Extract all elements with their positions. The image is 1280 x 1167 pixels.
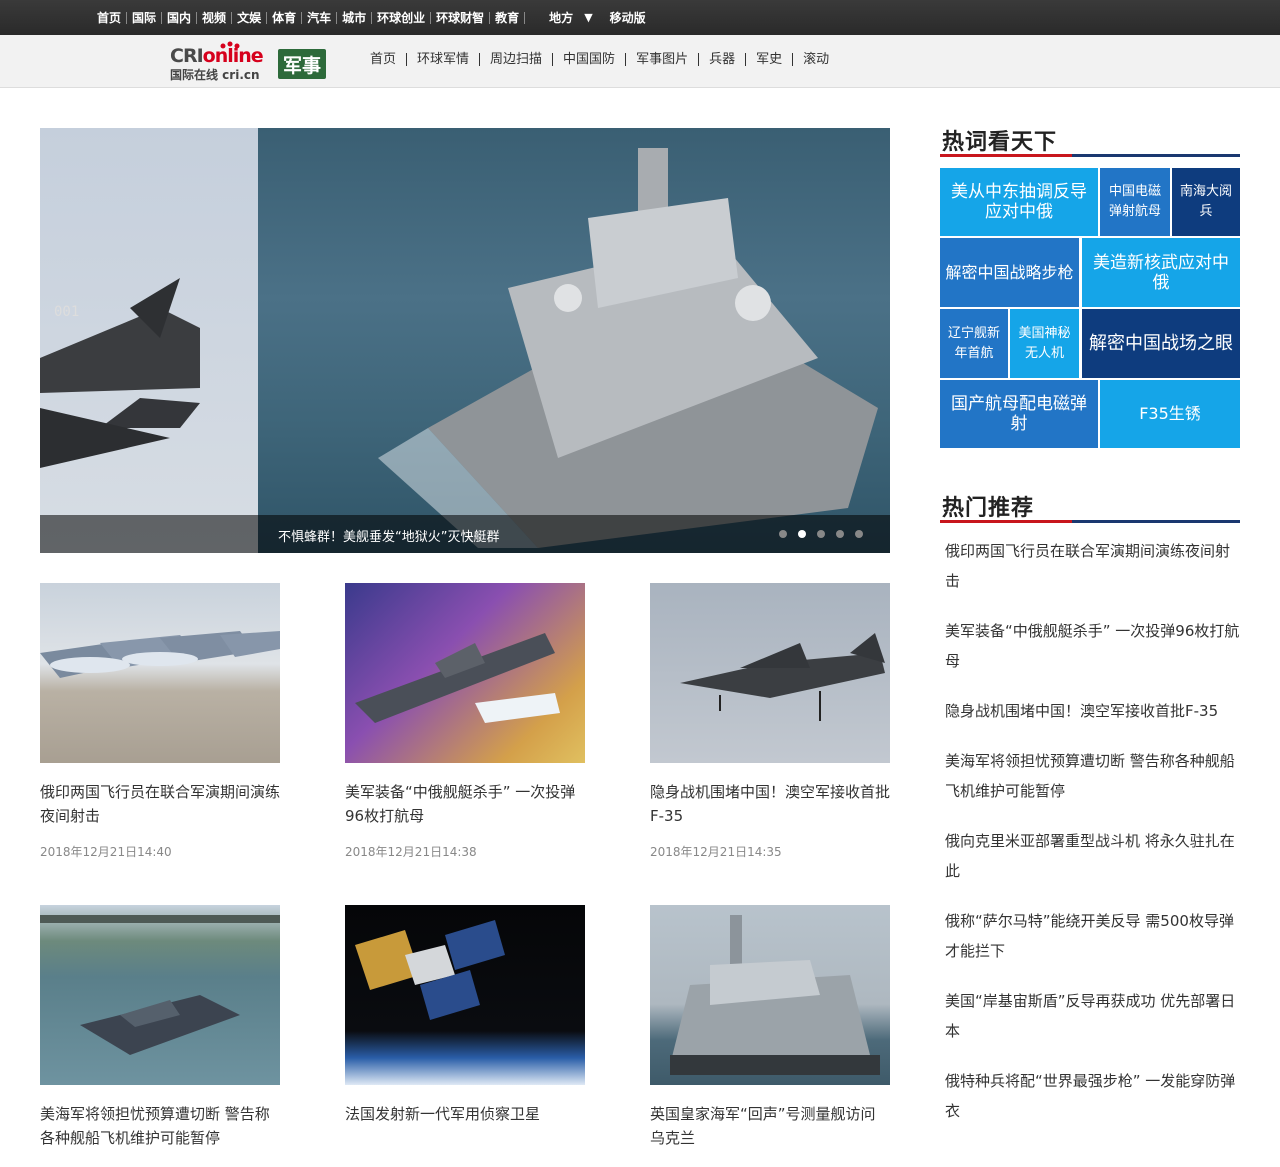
card-image-survey-ship[interactable] — [650, 905, 890, 1085]
channav-periphery[interactable]: 周边扫描 — [480, 53, 554, 66]
dropdown-arrow-icon[interactable]: ▼ — [584, 11, 592, 24]
channav-history[interactable]: 军史 — [746, 53, 794, 66]
card-title[interactable]: 法国发射新一代军用侦察卫星 — [345, 1102, 585, 1126]
hotword-tile[interactable]: 辽宁舰新年首航 — [940, 309, 1008, 378]
f35-graphic — [680, 633, 885, 721]
channav-weapons[interactable]: 兵器 — [699, 53, 747, 66]
news-card[interactable]: 隐身战机围堵中国！澳空军接收首批F-35 2018年12月21日14:35 — [650, 583, 890, 860]
hotword-tile[interactable]: 美造新核武应对中俄 — [1082, 238, 1240, 307]
hotrec-list: 俄印两国飞行员在联合军演期间演练夜间射击 美军装备“中俄舰艇杀手” 一次投弹96… — [945, 536, 1240, 1146]
slide-caption-bar: 不惧蜂群！美舰垂发“地狱火”灭快艇群 — [40, 515, 890, 553]
hotrec-item[interactable]: 俄向克里米亚部署重型战斗机 将永久驻扎在此 — [945, 826, 1240, 886]
hotword-tile[interactable]: 美国神秘无人机 — [1010, 309, 1079, 378]
card-title[interactable]: 美军装备“中俄舰艇杀手” 一次投弹96枚打航母 — [345, 780, 585, 828]
topnav-city[interactable]: 城市 — [337, 11, 373, 24]
hotword-tile[interactable]: 国产航母配电磁弹射 — [940, 380, 1098, 448]
slide-caption[interactable]: 不惧蜂群！美舰垂发“地狱火”灭快艇群 — [278, 526, 499, 545]
channav-home[interactable]: 首页 — [370, 53, 408, 66]
slider-dot[interactable] — [779, 530, 787, 538]
top-nav-bar: 首页 国际 国内 视频 文娱 体育 汽车 城市 环球创业 环球财智 教育 地方 … — [0, 0, 1280, 35]
warship-graphic — [378, 148, 878, 548]
channel-header: CRIonline 国际在线 cri.cn 军事 首页 环球军情 周边扫描 中国… — [0, 35, 1280, 88]
slider-dot[interactable] — [817, 530, 825, 538]
news-card[interactable]: 英国皇家海军“回声”号测量舰访问乌克兰 — [650, 905, 890, 1150]
card-image-jets[interactable] — [40, 583, 280, 763]
svg-text:001: 001 — [54, 304, 79, 320]
card-image-satellite[interactable] — [345, 905, 585, 1085]
drone-boat-graphic — [40, 915, 280, 1055]
card-title[interactable]: 美海军将领担忧预算遭切断 警告称各种舰船飞机维护可能暂停 — [40, 1102, 280, 1150]
hotrec-item[interactable]: 美国“岸基宙斯盾”反导再获成功 优先部署日本 — [945, 986, 1240, 1046]
hotword-tile[interactable]: 南海大阅兵 — [1172, 168, 1240, 236]
topnav-sports[interactable]: 体育 — [267, 11, 303, 24]
missile-ship-graphic — [355, 633, 560, 723]
slider-pagination — [779, 530, 863, 538]
channav-rolling[interactable]: 滚动 — [793, 53, 839, 66]
topnav-finance[interactable]: 环球财智 — [431, 11, 491, 24]
card-date: 2018年12月21日14:38 — [345, 845, 477, 859]
jets-graphic — [40, 631, 280, 678]
topnav-home[interactable]: 首页 — [97, 11, 128, 24]
topnav-startup[interactable]: 环球创业 — [372, 11, 432, 24]
topnav-mobile[interactable]: 移动版 — [605, 12, 651, 24]
hotrec-title: 热门推荐 — [942, 495, 1035, 521]
card-title[interactable]: 英国皇家海军“回声”号测量舰访问乌克兰 — [650, 1102, 890, 1150]
news-card[interactable]: 美军装备“中俄舰艇杀手” 一次投弹96枚打航母 2018年12月21日14:38 — [345, 583, 585, 860]
hotword-tile[interactable]: 中国电磁弹射航母 — [1100, 168, 1170, 236]
card-date: 2018年12月21日14:35 — [650, 845, 782, 859]
hotrec-item[interactable]: 俄印两国飞行员在联合军演期间演练夜间射击 — [945, 536, 1240, 596]
topnav-international[interactable]: 国际 — [127, 11, 163, 24]
logo-dots-icon — [220, 41, 240, 49]
slide-warship-image — [258, 128, 890, 553]
hotrec-item[interactable]: 俄称“萨尔马特”能绕开美反导 需500枚导弹才能拦下 — [945, 906, 1240, 966]
satellite-graphic — [355, 920, 505, 1020]
slide-jet-image: 001 — [40, 128, 258, 553]
slider-dot-active[interactable] — [798, 530, 806, 538]
hotrec-item[interactable]: 俄特种兵将配“世界最强步枪” 一发能穿防弹衣 — [945, 1066, 1240, 1126]
hotwords-header: 热词看天下 — [940, 126, 1240, 157]
card-image-f35[interactable] — [650, 583, 890, 763]
hotword-tile[interactable]: F35生锈 — [1100, 380, 1240, 448]
hotword-tile[interactable]: 解密中国战场之眼 — [1082, 309, 1240, 378]
card-image-drone-boat[interactable] — [40, 905, 280, 1085]
topnav-auto[interactable]: 汽车 — [302, 11, 338, 24]
card-image-missile-ship[interactable] — [345, 583, 585, 763]
channav-global-military[interactable]: 环球军情 — [407, 53, 481, 66]
survey-ship-graphic — [670, 915, 880, 1075]
hotword-tile[interactable]: 解密中国战略步枪 — [940, 238, 1079, 307]
hotrec-item[interactable]: 隐身战机围堵中国！澳空军接收首批F-35 — [945, 696, 1240, 726]
site-logo[interactable]: CRIonline 国际在线 cri.cn 军事 — [170, 41, 330, 85]
channel-nav: 首页 环球军情 周边扫描 中国国防 军事图片 兵器 军史 滚动 — [370, 53, 839, 66]
news-card[interactable]: 法国发射新一代军用侦察卫星 — [345, 905, 585, 1126]
slider-dot[interactable] — [836, 530, 844, 538]
hotrec-item[interactable]: 美海军将领担忧预算遭切断 警告称各种舰船飞机维护可能暂停 — [945, 746, 1240, 806]
hotwords-title: 热词看天下 — [942, 129, 1058, 155]
news-card[interactable]: 俄印两国飞行员在联合军演期间演练夜间射击 2018年12月21日14:40 — [40, 583, 280, 860]
topnav-domestic[interactable]: 国内 — [162, 11, 198, 24]
topnav-education[interactable]: 教育 — [490, 11, 526, 24]
card-title[interactable]: 俄印两国飞行员在联合军演期间演练夜间射击 — [40, 780, 280, 828]
hero-slider[interactable]: 001 不惧蜂群！美舰垂发“地狱火”灭快艇群 — [40, 128, 890, 553]
hotrec-header: 热门推荐 — [940, 492, 1240, 523]
topnav-entertainment[interactable]: 文娱 — [232, 11, 268, 24]
topnav-video[interactable]: 视频 — [197, 11, 233, 24]
card-title[interactable]: 隐身战机围堵中国！澳空军接收首批F-35 — [650, 780, 890, 828]
logo-wordmark: CRIonline — [170, 45, 264, 67]
stealth-jet-graphic: 001 — [40, 278, 200, 468]
topnav-local[interactable]: 地方 — [544, 12, 578, 24]
channav-china-defense[interactable]: 中国国防 — [553, 53, 627, 66]
channav-military-photos[interactable]: 军事图片 — [626, 53, 700, 66]
channel-badge: 军事 — [278, 49, 326, 79]
news-card[interactable]: 美海军将领担忧预算遭切断 警告称各种舰船飞机维护可能暂停 — [40, 905, 280, 1150]
card-date: 2018年12月21日14:40 — [40, 845, 172, 859]
hotword-tile[interactable]: 美从中东抽调反导应对中俄 — [940, 168, 1098, 236]
logo-subtitle: 国际在线 cri.cn — [170, 68, 260, 82]
hotrec-item[interactable]: 美军装备“中俄舰艇杀手” 一次投弹96枚打航母 — [945, 616, 1240, 676]
slider-dot[interactable] — [855, 530, 863, 538]
